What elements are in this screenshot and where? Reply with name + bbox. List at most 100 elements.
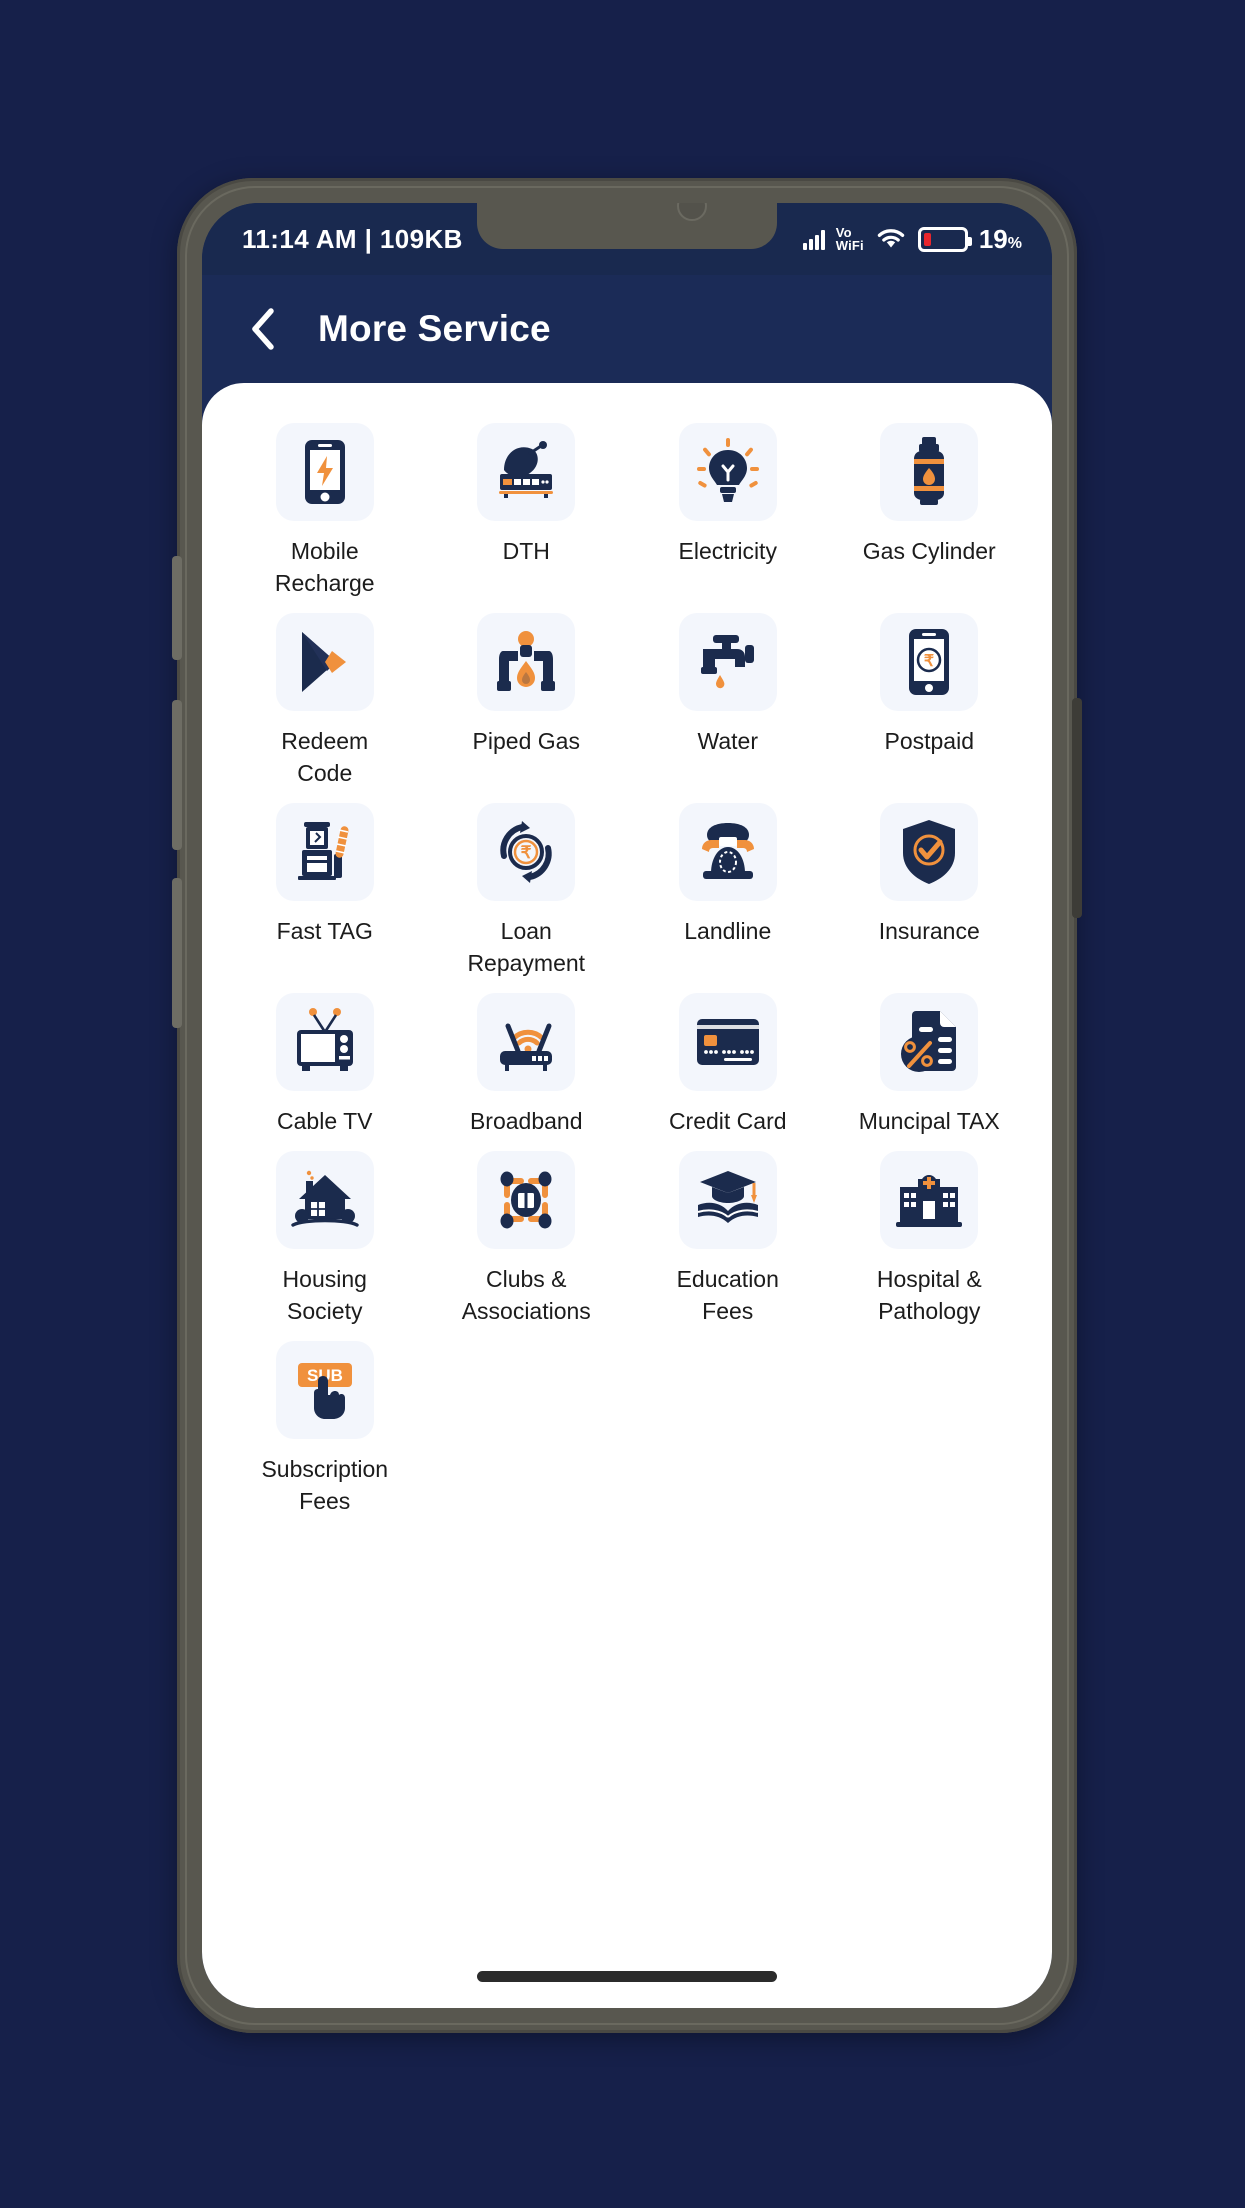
light-bulb-icon xyxy=(696,438,759,502)
service-item-gas-cylinder[interactable]: Gas Cylinder xyxy=(829,419,1031,599)
volume-down-button[interactable] xyxy=(172,700,182,850)
service-item-dth[interactable]: DTH xyxy=(426,419,628,599)
battery-percent-value: 19 xyxy=(978,223,1008,254)
service-label: Cable TV xyxy=(277,1108,373,1134)
status-bar: 11:14 AM | 109KB Vo WiFi 19% xyxy=(202,203,1052,275)
volte-wifi-label: Vo WiFi xyxy=(836,226,864,252)
service-item-loan-repayment[interactable]: ₹ Loan Repayment xyxy=(426,799,628,979)
service-tile: ₹ xyxy=(477,803,576,901)
credit-card-icon xyxy=(696,1019,759,1065)
service-item-subscription-fees[interactable]: SUB Subscription Fees xyxy=(224,1337,426,1517)
service-tile xyxy=(275,803,374,901)
service-tile xyxy=(880,803,979,901)
shield-check-icon xyxy=(903,820,956,884)
service-tile xyxy=(678,1151,777,1249)
toll-booth-icon xyxy=(297,822,349,880)
back-button[interactable] xyxy=(240,306,286,352)
service-tile xyxy=(678,803,777,901)
service-item-credit-card[interactable]: Credit Card xyxy=(627,989,829,1137)
service-label: Subscription Fees xyxy=(261,1456,389,1514)
clubs-network-icon xyxy=(500,1171,552,1229)
phone-frame: 11:14 AM | 109KB Vo WiFi 19% More Servic… xyxy=(172,178,1082,2033)
content-sheet: Mobile Recharge DTH Electricity Gas Cyli… xyxy=(202,383,1052,2008)
service-label: Mobile Recharge xyxy=(274,538,375,596)
app-header: More Service xyxy=(202,275,1052,383)
power-button[interactable] xyxy=(1072,698,1082,918)
service-label: Water xyxy=(697,728,759,754)
service-tile xyxy=(880,1151,979,1249)
service-item-hospital-pathology[interactable]: Hospital & Pathology xyxy=(829,1147,1031,1327)
hospital-building-icon xyxy=(896,1175,963,1227)
service-item-broadband[interactable]: Broadband xyxy=(426,989,628,1137)
service-tile: SUB xyxy=(275,1341,374,1439)
service-item-electricity[interactable]: Electricity xyxy=(627,419,829,599)
satellite-dish-icon xyxy=(499,441,554,498)
battery-percent-symbol: % xyxy=(1007,234,1022,252)
svg-text:₹: ₹ xyxy=(924,653,934,670)
service-label: Clubs & Associations xyxy=(461,1266,591,1324)
mute-switch-button[interactable] xyxy=(172,878,182,1028)
service-tile xyxy=(678,993,777,1091)
service-tile xyxy=(678,423,777,521)
front-camera-icon xyxy=(677,203,707,221)
wifi-icon xyxy=(877,229,905,248)
water-tap-icon xyxy=(700,635,754,689)
graduation-book-icon xyxy=(697,1171,759,1223)
service-tile xyxy=(477,993,576,1091)
service-grid: Mobile Recharge DTH Electricity Gas Cyli… xyxy=(224,419,1030,1517)
service-tile xyxy=(678,613,777,711)
service-label: Housing Society xyxy=(282,1266,367,1324)
chevron-left-icon xyxy=(252,308,274,350)
battery-percent-label: 19% xyxy=(979,224,1022,255)
service-item-mobile-recharge[interactable]: Mobile Recharge xyxy=(224,419,426,599)
phone-screen: 11:14 AM | 109KB Vo WiFi 19% More Servic… xyxy=(202,203,1052,2008)
wifi-router-icon xyxy=(500,1023,553,1071)
signal-bars-icon xyxy=(802,228,825,250)
gas-cylinder-icon xyxy=(914,437,945,505)
service-tile xyxy=(275,423,374,521)
landline-telephone-icon xyxy=(701,823,754,879)
service-tile xyxy=(880,423,979,521)
television-icon xyxy=(296,1008,353,1071)
service-label: Education Fees xyxy=(676,1266,779,1324)
mobile-recharge-icon xyxy=(304,440,345,504)
service-label: Piped Gas xyxy=(472,728,580,754)
service-tile xyxy=(275,993,374,1091)
service-item-landline[interactable]: Landline xyxy=(627,799,829,979)
loan-rupee-refresh-icon: ₹ xyxy=(500,821,552,883)
service-item-clubs-associations[interactable]: Clubs & Associations xyxy=(426,1147,628,1327)
volte-label-bottom: WiFi xyxy=(835,238,864,253)
service-item-muncipal-tax[interactable]: Muncipal TAX xyxy=(829,989,1031,1137)
service-item-postpaid[interactable]: ₹ Postpaid xyxy=(829,609,1031,789)
service-item-piped-gas[interactable]: Piped Gas xyxy=(426,609,628,789)
service-item-redeem-code[interactable]: Redeem Code xyxy=(224,609,426,789)
service-item-insurance[interactable]: Insurance xyxy=(829,799,1031,979)
service-label: Hospital & Pathology xyxy=(876,1266,982,1324)
service-label: Redeem Code xyxy=(281,728,369,786)
battery-level-fill xyxy=(923,232,932,246)
service-tile xyxy=(477,1151,576,1249)
volume-up-button[interactable] xyxy=(172,556,182,660)
service-label: Fast TAG xyxy=(276,918,373,944)
house-icon xyxy=(291,1170,359,1227)
service-label: Insurance xyxy=(878,918,980,944)
service-item-cable-tv[interactable]: Cable TV xyxy=(224,989,426,1137)
service-item-water[interactable]: Water xyxy=(627,609,829,789)
service-label: Postpaid xyxy=(884,728,974,754)
tax-document-percent-icon xyxy=(901,1011,957,1072)
service-tile: ₹ xyxy=(880,613,979,711)
svg-text:₹: ₹ xyxy=(521,843,532,862)
service-label: Loan Repayment xyxy=(467,918,586,976)
service-item-housing-society[interactable]: Housing Society xyxy=(224,1147,426,1327)
service-item-fast-tag[interactable]: Fast TAG xyxy=(224,799,426,979)
service-label: Landline xyxy=(684,918,772,944)
postpaid-phone-rupee-icon: ₹ xyxy=(909,629,950,695)
subscription-hand-icon: SUB xyxy=(297,1363,352,1419)
service-label: Broadband xyxy=(469,1108,583,1134)
service-item-education-fees[interactable]: Education Fees xyxy=(627,1147,829,1327)
service-label: DTH xyxy=(502,538,550,564)
service-tile xyxy=(477,423,576,521)
display-notch xyxy=(477,203,777,249)
service-label: Electricity xyxy=(678,538,777,564)
page-title: More Service xyxy=(318,308,551,349)
